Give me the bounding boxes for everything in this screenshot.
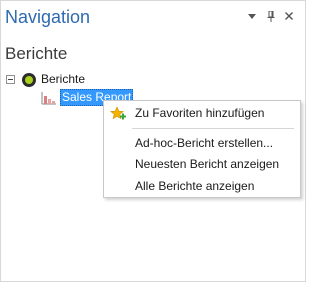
pane-title: Navigation <box>5 7 91 27</box>
navigation-pane: Navigation Berichte Berichte Sales Repor… <box>0 0 306 282</box>
close-button[interactable] <box>282 9 296 23</box>
menu-separator <box>132 128 294 129</box>
menu-item-label: Neuesten Bericht anzeigen <box>135 157 280 171</box>
pin-icon <box>267 10 275 22</box>
menu-item-label: Ad-hoc-Bericht erstellen... <box>135 136 274 150</box>
menu-item-add-to-favorites[interactable]: Zu Favoriten hinzufügen <box>105 103 299 124</box>
collapse-toggle[interactable] <box>6 75 15 84</box>
menu-item-show-latest-report[interactable]: Neuesten Bericht anzeigen <box>105 154 299 175</box>
pane-header: Navigation <box>1 1 305 35</box>
pane-options-button[interactable] <box>245 9 259 23</box>
context-menu: Zu Favoriten hinzufügen Ad-hoc-Bericht e… <box>103 100 301 198</box>
close-icon <box>285 12 293 20</box>
report-chart-icon <box>41 91 56 105</box>
menu-item-create-adhoc-report[interactable]: Ad-hoc-Bericht erstellen... <box>105 133 299 154</box>
section-title: Berichte <box>5 44 68 63</box>
status-circle-icon <box>22 72 36 87</box>
triangle-down-icon <box>248 13 256 19</box>
menu-item-label: Alle Berichte anzeigen <box>135 179 255 193</box>
menu-item-show-all-reports[interactable]: Alle Berichte anzeigen <box>105 176 299 197</box>
star-add-icon <box>110 106 126 120</box>
tree-node-label: Berichte <box>41 72 86 86</box>
pin-button[interactable] <box>264 9 278 23</box>
tree-node-berichte[interactable]: Berichte <box>6 71 85 88</box>
menu-item-label: Zu Favoriten hinzufügen <box>135 106 265 120</box>
